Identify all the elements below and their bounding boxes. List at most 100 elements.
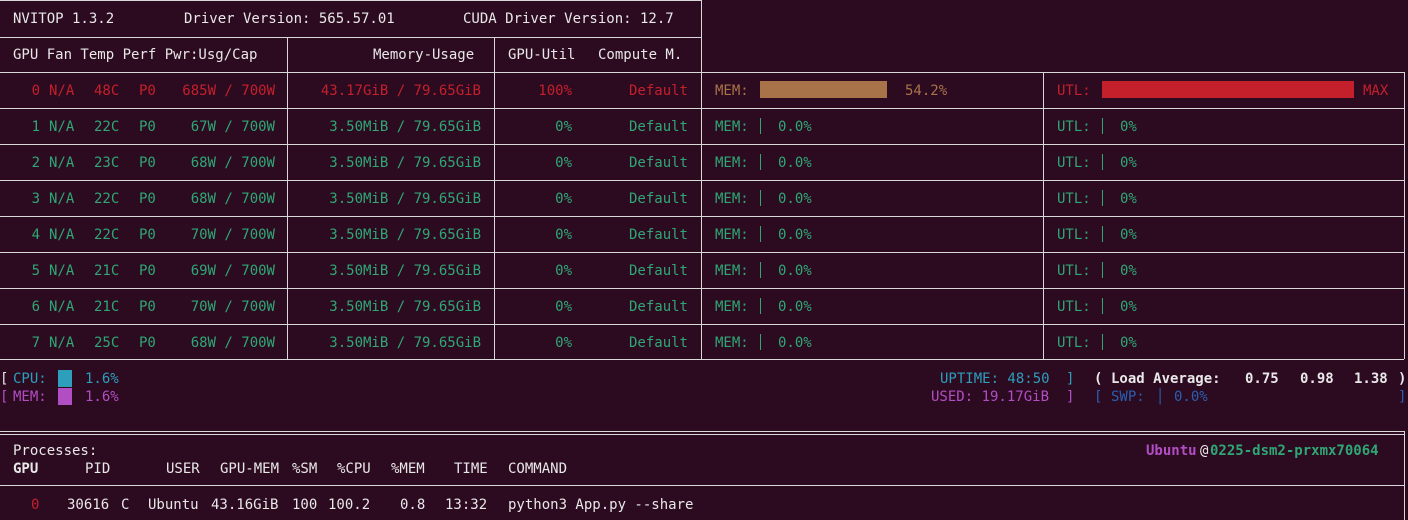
process-user: Ubuntu xyxy=(1146,443,1197,459)
gpu-fan: N/A xyxy=(49,335,75,351)
gpu-row-divider xyxy=(0,180,1404,181)
gpu-mem-label: MEM: xyxy=(715,227,749,243)
gpu-utl-label: UTL: xyxy=(1057,299,1091,315)
gpu-fan: N/A xyxy=(49,191,75,207)
gpu-mem-bar xyxy=(760,154,761,170)
gpu-mem-bar xyxy=(760,262,761,278)
host-mem-usage-bar xyxy=(58,388,72,405)
host-mem-used: USED: 19.17GiB xyxy=(931,389,1050,405)
cpu-label: CPU: xyxy=(13,371,47,387)
process-time: 13:32 xyxy=(445,497,488,513)
compute-mode: Default xyxy=(628,119,688,135)
processes-border-top-2 xyxy=(0,434,1404,435)
proc-header-gpu: GPU xyxy=(13,461,39,477)
gpu-mem-label: MEM: xyxy=(715,119,749,135)
gpu-power: 68W / 700W xyxy=(190,335,275,351)
compute-mode: Default xyxy=(628,263,688,279)
gpu-mem-bar xyxy=(760,190,761,206)
gpu-utl-percent: 0% xyxy=(1120,335,1137,351)
col-header-memory: Memory-Usage xyxy=(373,47,475,63)
processes-border-right xyxy=(1404,431,1405,520)
gpu-utl-bar xyxy=(1102,226,1103,242)
gpu-utl-percent: 0% xyxy=(1120,227,1137,243)
gpu-utl-bar xyxy=(1102,298,1103,314)
proc-header-cpu: %CPU xyxy=(337,461,371,477)
uptime: UPTIME: 48:50 xyxy=(940,371,1050,387)
gpu-util: 100% xyxy=(538,83,572,99)
load-average-label: Load Average: xyxy=(1111,371,1221,387)
gpu-util: 0% xyxy=(555,263,572,279)
gpu-row-divider xyxy=(0,324,1404,325)
gpu-temp: 21C xyxy=(94,263,120,279)
table-border-far-right xyxy=(1404,72,1405,359)
gpu-mem-bar xyxy=(760,81,887,98)
gpu-row-divider xyxy=(0,252,1404,253)
gpu-row-divider xyxy=(0,108,1404,109)
compute-mode: Default xyxy=(628,299,688,315)
gpu-mem-label: MEM: xyxy=(715,191,749,207)
gpu-utl-percent: 0% xyxy=(1120,299,1137,315)
gpu-index: 3 xyxy=(31,191,40,207)
gpu-utl-percent: 0% xyxy=(1120,263,1137,279)
process-command: python3 App.py --share xyxy=(508,497,694,513)
cpu-usage-bar xyxy=(58,370,72,387)
gpu-utl-percent: 0% xyxy=(1120,155,1137,171)
gpu-fan: N/A xyxy=(49,83,75,99)
gpu-memory-usage: 3.50MiB / 79.65GiB xyxy=(329,227,481,243)
load-bracket-close: ) xyxy=(1398,371,1407,387)
gpu-util: 0% xyxy=(555,191,572,207)
compute-mode: Default xyxy=(628,83,688,99)
gpu-utl-label: UTL: xyxy=(1057,83,1091,99)
gpu-index: 7 xyxy=(31,335,40,351)
gpu-mem-bar xyxy=(760,334,761,350)
col-header-gpu: GPU Fan Temp Perf Pwr:Usg/Cap xyxy=(13,47,258,63)
gpu-utl-label: UTL: xyxy=(1057,119,1091,135)
swap-bracket-open: [ xyxy=(1094,389,1103,405)
table-top-border xyxy=(0,72,1404,73)
gpu-memory-usage: 3.50MiB / 79.65GiB xyxy=(329,299,481,315)
gpu-util: 0% xyxy=(555,299,572,315)
gpu-index: 0 xyxy=(31,83,40,99)
compute-mode: Default xyxy=(628,335,688,351)
gpu-fan: N/A xyxy=(49,227,75,243)
load-5min: 0.98 xyxy=(1300,371,1334,387)
gpu-util: 0% xyxy=(555,227,572,243)
gpu-utl-percent: 0% xyxy=(1120,119,1137,135)
gpu-mem-percent: 0.0% xyxy=(778,335,812,351)
gpu-utl-label: UTL: xyxy=(1057,155,1091,171)
gpu-row-divider xyxy=(0,144,1404,145)
host-mem-percent: 1.6% xyxy=(85,389,119,405)
gpu-fan: N/A xyxy=(49,155,75,171)
gpu-mem-bar xyxy=(760,298,761,314)
gpu-power: 68W / 700W xyxy=(190,155,275,171)
gpu-mem-percent: 0.0% xyxy=(778,263,812,279)
gpu-fan: N/A xyxy=(49,119,75,135)
cpu-percent: 1.6% xyxy=(85,371,119,387)
process-cpu: 100.2 xyxy=(328,497,371,513)
host-mem-label: MEM: xyxy=(13,389,47,405)
cuda-version: CUDA Driver Version: 12.7 xyxy=(463,11,674,27)
compute-mode: Default xyxy=(628,155,688,171)
gpu-index: 2 xyxy=(31,155,40,171)
load-1min: 0.75 xyxy=(1245,371,1279,387)
gpu-utl-bar xyxy=(1102,118,1103,134)
col-header-util: GPU-Util xyxy=(508,47,576,63)
proc-header-gpu-mem: GPU-MEM xyxy=(220,461,280,477)
gpu-mem-label: MEM: xyxy=(715,299,749,315)
gpu-mem-label: MEM: xyxy=(715,335,749,351)
gpu-temp: 21C xyxy=(94,299,120,315)
gpu-mem-bar xyxy=(760,226,761,242)
header-border-top xyxy=(0,0,701,1)
gpu-power: 67W / 700W xyxy=(190,119,275,135)
process-gpu-mem: 43.16GiB xyxy=(211,497,279,513)
load-15min: 1.38 xyxy=(1354,371,1388,387)
gpu-memory-usage: 3.50MiB / 79.65GiB xyxy=(329,119,481,135)
gpu-mem-percent: 0.0% xyxy=(778,119,812,135)
host-bracket-open-2: [ xyxy=(0,389,9,405)
gpu-fan: N/A xyxy=(49,299,75,315)
gpu-memory-usage: 3.50MiB / 79.65GiB xyxy=(329,191,481,207)
gpu-utl-label: UTL: xyxy=(1057,263,1091,279)
gpu-utl-label: UTL: xyxy=(1057,227,1091,243)
gpu-mem-percent: 0.0% xyxy=(778,299,812,315)
proc-header-command: COMMAND xyxy=(508,461,568,477)
